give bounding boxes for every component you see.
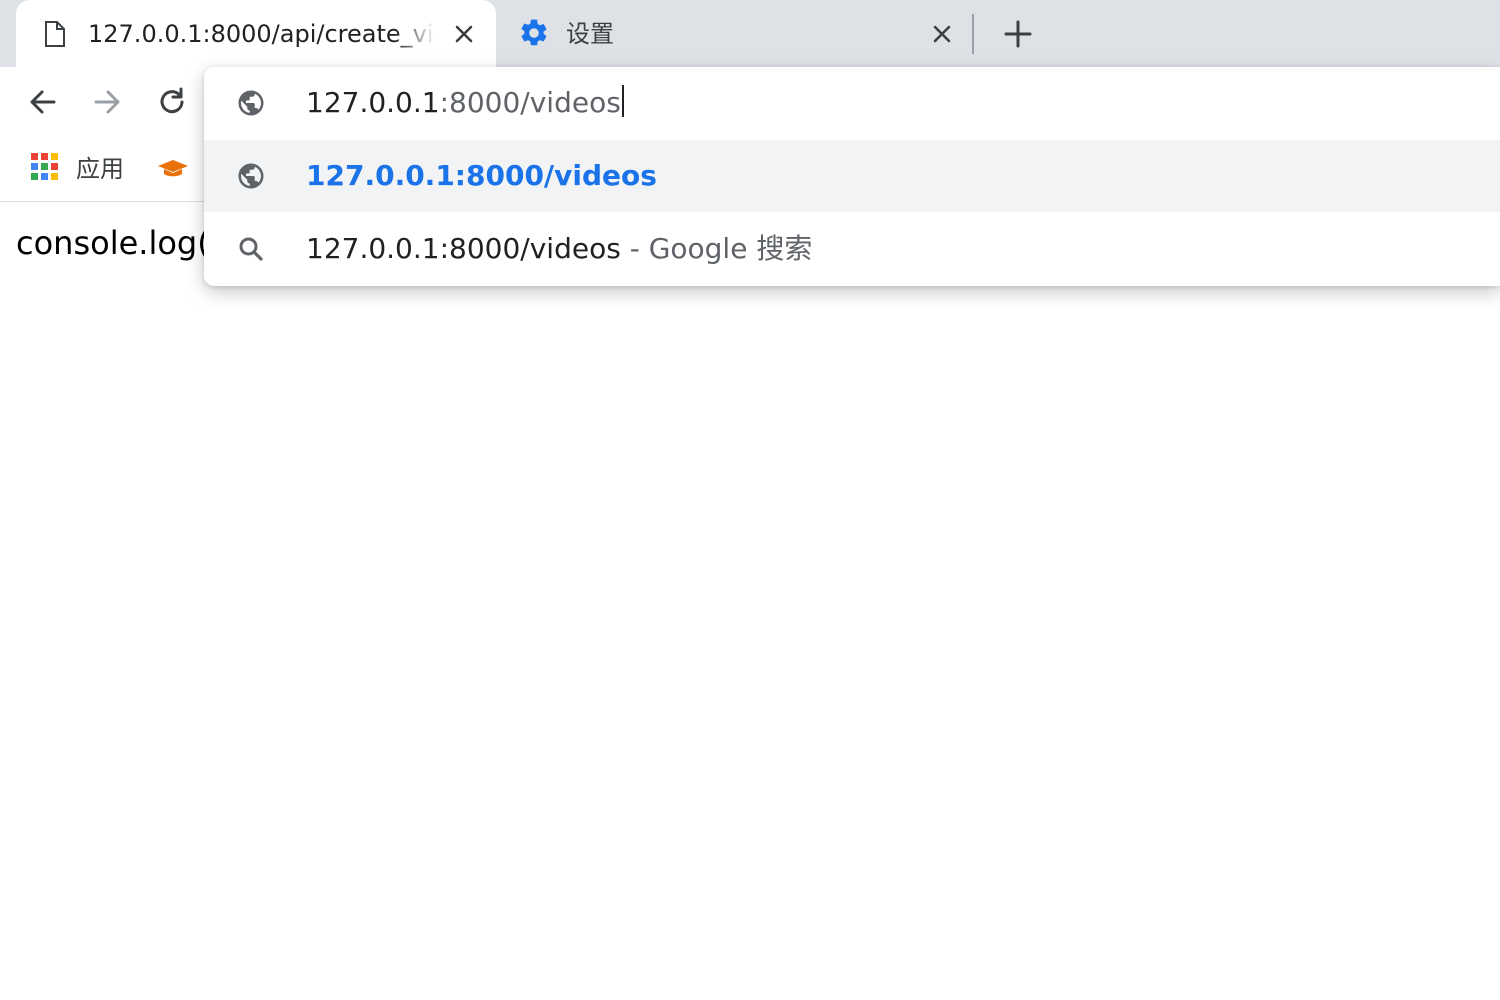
omnibox-input[interactable]: 127.0.0.1:8000/videos bbox=[306, 85, 624, 121]
omnibox-suggestion-url[interactable]: 127.0.0.1:8000/videos bbox=[204, 140, 1500, 212]
close-icon[interactable] bbox=[930, 22, 954, 46]
page-content: console.log( bbox=[0, 203, 1500, 1000]
tab-divider bbox=[972, 14, 974, 54]
forward-arrow-icon[interactable] bbox=[90, 85, 124, 119]
back-arrow-icon[interactable] bbox=[26, 85, 60, 119]
document-icon bbox=[45, 21, 65, 47]
omnibox-typed-text: 127.0.0.1 bbox=[306, 86, 440, 119]
page-text: console.log( bbox=[16, 224, 210, 262]
tab-create-videos[interactable]: 127.0.0.1:8000/api/create_videos bbox=[16, 0, 496, 67]
gear-icon bbox=[521, 19, 547, 46]
globe-icon bbox=[238, 163, 264, 189]
new-tab-plus-icon[interactable] bbox=[1000, 16, 1036, 52]
reload-icon[interactable] bbox=[155, 85, 189, 119]
omnibox-suggestion-search[interactable]: 127.0.0.1:8000/videos - Google 搜索 bbox=[204, 213, 1500, 285]
globe-icon bbox=[238, 90, 264, 116]
omnibox-popup: 127.0.0.1:8000/videos 127.0.0.1:8000/vid… bbox=[204, 67, 1500, 286]
close-icon[interactable] bbox=[452, 22, 476, 46]
tab-settings[interactable]: 设置 bbox=[500, 0, 970, 67]
search-icon bbox=[239, 237, 263, 261]
tab-strip: 127.0.0.1:8000/api/create_videos 设置 bbox=[0, 0, 1500, 67]
tab-title: 设置 bbox=[566, 20, 614, 48]
suggestion-engine: Google 搜索 bbox=[648, 232, 813, 265]
suggestion-separator: - bbox=[629, 232, 640, 265]
graduation-cap-icon[interactable] bbox=[156, 157, 190, 181]
apps-bookmark-label[interactable]: 应用 bbox=[76, 153, 124, 185]
suggestion-search-text: 127.0.0.1:8000/videos - Google 搜索 bbox=[306, 231, 812, 267]
suggestion-query: 127.0.0.1:8000/videos bbox=[306, 232, 621, 265]
omnibox-autocomplete-text: :8000/videos bbox=[439, 86, 621, 119]
apps-grid-icon[interactable] bbox=[31, 153, 58, 180]
omnibox-input-row[interactable]: 127.0.0.1:8000/videos bbox=[204, 67, 1500, 139]
tab-title: 127.0.0.1:8000/api/create_videos bbox=[88, 20, 436, 48]
text-caret bbox=[621, 85, 624, 117]
suggestion-url-text: 127.0.0.1:8000/videos bbox=[306, 159, 657, 192]
